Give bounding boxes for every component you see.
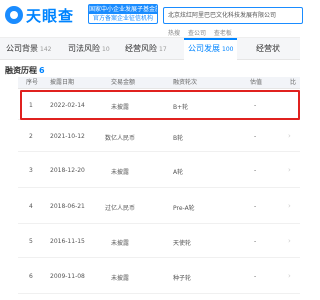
banner-line-2: 官方备案企业征信机构 <box>92 15 153 22</box>
header-amount: 交易金额 <box>111 79 136 86</box>
tab-label: 公司发展 <box>188 44 220 53</box>
site-header: 天眼查 国家中小企业发展子基金旗下 官方备案企业征信机构 北京炫红阿里巴巴文化科… <box>0 0 303 38</box>
row-index: 3 <box>29 167 33 174</box>
section-title-text: 融资历程 <box>5 66 37 75</box>
tab-count: 100 <box>222 46 234 53</box>
tab-judicial-risk[interactable]: 司法风险 10 <box>68 38 110 60</box>
table-header: 序号 披露日期 交易金额 融资轮次 估值 比 <box>18 77 300 89</box>
row-amount: 未披露 <box>111 240 130 247</box>
table-row[interactable]: 6 2009-11-08 未披露 种子轮 - › <box>18 258 300 294</box>
header-valuation: 估值 <box>250 79 263 86</box>
sublink-search-company[interactable]: 查公司 <box>188 30 206 37</box>
table-row[interactable]: 3 2018-12-20 未披露 A轮 - › <box>18 152 300 188</box>
row-valuation: - <box>254 273 257 280</box>
row-date: 2009-11-08 <box>50 273 85 280</box>
tab-count: 17 <box>159 46 167 53</box>
financing-history-title: 融资历程 6 <box>5 65 45 76</box>
row-round: B轮 <box>173 135 184 142</box>
row-date: 2021-10-12 <box>50 133 85 140</box>
expand-arrow-icon[interactable]: › <box>288 166 291 174</box>
row-amount: 数亿人民币 <box>105 135 136 142</box>
section-count: 6 <box>39 66 45 75</box>
tab-company-background[interactable]: 公司背景 142 <box>6 38 51 60</box>
table-row[interactable]: 4 2018-06-21 过亿人民币 Pre-A轮 - › <box>18 188 300 224</box>
expand-arrow-icon[interactable]: › <box>288 237 291 245</box>
row-index: 2 <box>29 133 33 140</box>
logo-text[interactable]: 天眼查 <box>26 5 74 26</box>
expand-arrow-icon[interactable]: › <box>288 272 291 280</box>
tab-label: 经营风险 <box>125 44 157 53</box>
tab-operating-status[interactable]: 经营状 <box>256 38 280 60</box>
tab-count: 142 <box>40 46 52 53</box>
search-sublinks: 热搜 查公司 查老板 <box>168 28 238 37</box>
tab-label: 司法风险 <box>68 44 100 53</box>
tab-label: 公司背景 <box>6 44 38 53</box>
row-amount: 未披露 <box>111 169 130 176</box>
row-index: 4 <box>29 203 33 210</box>
row-valuation: - <box>254 238 257 245</box>
row-date: 2018-06-21 <box>50 203 85 210</box>
header-ratio: 比 <box>290 79 297 86</box>
certification-banner: 国家中小企业发展子基金旗下 官方备案企业征信机构 <box>88 4 158 24</box>
tab-label: 经营状 <box>256 44 280 53</box>
logo-icon[interactable] <box>5 6 23 24</box>
table-row[interactable]: 5 2016-11-15 未披露 天使轮 - › <box>18 224 300 258</box>
sublink-hot-search[interactable]: 热搜 <box>168 30 180 37</box>
tab-operating-risk[interactable]: 经营风险 17 <box>125 38 167 60</box>
row-round: 种子轮 <box>173 275 192 282</box>
sublink-search-boss[interactable]: 查老板 <box>214 30 232 37</box>
row-valuation: - <box>254 167 257 174</box>
row-index: 6 <box>29 273 33 280</box>
row-date: 2016-11-15 <box>50 238 85 245</box>
tab-count: 10 <box>102 46 110 53</box>
banner-line-1: 国家中小企业发展子基金旗下 <box>89 5 157 14</box>
expand-arrow-icon[interactable]: › <box>288 132 291 140</box>
row-valuation: - <box>254 133 257 140</box>
highlight-box <box>20 90 300 120</box>
search-input[interactable]: 北京炫红阿里巴巴文化科技发展有限公司 <box>163 7 303 24</box>
header-round: 融资轮次 <box>173 79 198 86</box>
row-amount: 未披露 <box>111 275 130 282</box>
header-date: 披露日期 <box>50 79 75 86</box>
row-amount: 过亿人民币 <box>105 205 136 212</box>
row-round: Pre-A轮 <box>173 205 195 212</box>
row-round: 天使轮 <box>173 240 192 247</box>
expand-arrow-icon[interactable]: › <box>288 202 291 210</box>
row-index: 5 <box>29 238 33 245</box>
tab-company-development[interactable]: 公司发展 100 <box>184 38 238 60</box>
row-valuation: - <box>254 203 257 210</box>
row-round: A轮 <box>173 169 184 176</box>
header-index: 序号 <box>26 79 39 86</box>
row-date: 2018-12-20 <box>50 167 85 174</box>
table-row[interactable]: 2 2021-10-12 数亿人民币 B轮 - › <box>18 120 300 152</box>
company-tabs: 公司背景 142 司法风险 10 经营风险 17 公司发展 100 经营状 <box>0 38 300 60</box>
